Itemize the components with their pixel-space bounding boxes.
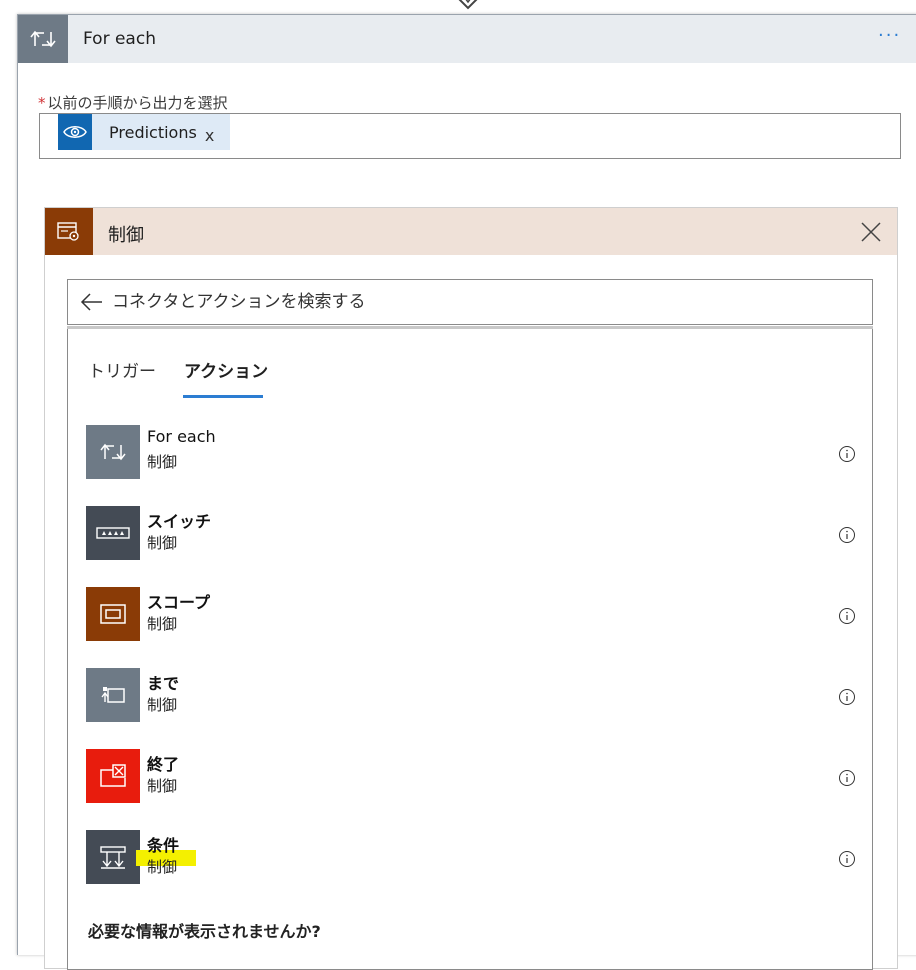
action-item-name: 条件: [147, 836, 180, 855]
action-item-foreach[interactable]: For each 制御: [86, 425, 866, 481]
foreach-header[interactable]: For each ···: [18, 15, 916, 63]
control-connector-panel: 制御 トリガー アクション: [44, 207, 898, 970]
results-panel: トリガー アクション For each 制御 スイッチ 制御 スコープ 制御 ま…: [67, 329, 873, 970]
action-item-category: 制御: [147, 615, 178, 633]
close-icon[interactable]: [859, 220, 883, 244]
control-icon: [45, 208, 93, 255]
action-item-category: 制御: [147, 777, 178, 795]
missing-info-link[interactable]: 必要な情報が表示されませんか?: [88, 918, 321, 942]
predictions-token[interactable]: Predictions x: [58, 114, 231, 150]
scope-icon: [86, 587, 140, 641]
info-icon[interactable]: [838, 688, 856, 706]
info-icon[interactable]: [838, 445, 856, 463]
required-marker: *: [38, 94, 46, 112]
action-item-scope[interactable]: スコープ 制御: [86, 587, 866, 643]
action-item-name: まで: [147, 674, 180, 693]
select-output-field[interactable]: Predictions x: [39, 113, 901, 159]
remove-token-icon[interactable]: x: [205, 126, 214, 145]
action-item-name: スイッチ: [147, 512, 212, 531]
action-item-category: 制御: [147, 858, 178, 876]
back-arrow-icon[interactable]: [80, 292, 104, 312]
action-item-terminate[interactable]: 終了 制御: [86, 749, 866, 805]
action-item-switch[interactable]: スイッチ 制御: [86, 506, 866, 562]
action-item-condition[interactable]: 条件 制御: [86, 830, 866, 886]
info-icon[interactable]: [838, 607, 856, 625]
token-label: Predictions: [109, 122, 197, 142]
info-icon[interactable]: [838, 850, 856, 868]
foreach-title: For each: [83, 29, 156, 49]
until-loop-icon: [86, 668, 140, 722]
action-item-category: 制御: [147, 534, 178, 552]
action-item-name: スコープ: [147, 593, 211, 612]
tab-triggers[interactable]: トリガー: [88, 357, 156, 382]
switch-icon: [86, 506, 140, 560]
search-input[interactable]: [112, 280, 852, 324]
foreach-loop-icon: [86, 425, 140, 479]
foreach-action-card: For each ··· * 以前の手順から出力を選択 Predictions x: [17, 14, 916, 970]
select-output-label-text: 以前の手順から出力を選択: [47, 94, 228, 112]
select-output-label: * 以前の手順から出力を選択: [38, 92, 228, 113]
condition-icon: [86, 830, 140, 884]
foreach-header-icon: [18, 15, 68, 63]
action-item-until[interactable]: まで 制御: [86, 668, 866, 724]
eye-icon: [58, 114, 92, 150]
control-title: 制御: [108, 225, 144, 246]
terminate-icon: [86, 749, 140, 803]
info-icon[interactable]: [838, 769, 856, 787]
more-options-icon[interactable]: ···: [878, 25, 901, 46]
info-icon[interactable]: [838, 526, 856, 544]
flow-arrow-icon: [458, 0, 478, 10]
action-item-category: 制御: [147, 453, 178, 471]
search-box: [67, 279, 873, 329]
active-tab-indicator: [183, 395, 263, 398]
action-item-name: 終了: [147, 755, 180, 774]
action-item-category: 制御: [147, 696, 178, 714]
action-item-name: For each: [147, 427, 216, 446]
control-header: 制御: [45, 208, 897, 255]
tab-actions[interactable]: アクション: [184, 357, 268, 382]
